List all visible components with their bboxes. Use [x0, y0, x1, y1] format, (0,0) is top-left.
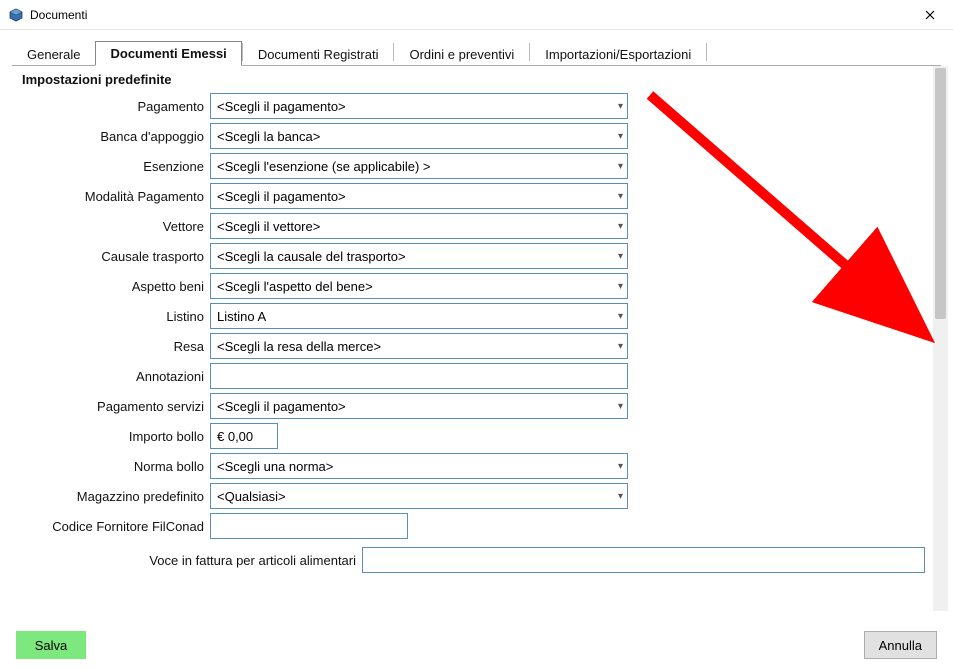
section-legend: Impostazioni predefinite: [22, 72, 931, 87]
tab-strip: Generale Documenti Emessi Documenti Regi…: [12, 38, 941, 66]
tab-documenti-registrati[interactable]: Documenti Registrati: [243, 42, 394, 66]
label-listino: Listino: [12, 309, 210, 324]
tab-generale[interactable]: Generale: [12, 42, 95, 66]
footer: Salva Annulla: [0, 621, 953, 669]
label-modalita-pagamento: Modalità Pagamento: [12, 189, 210, 204]
label-annotazioni: Annotazioni: [12, 369, 210, 384]
row-modalita-pagamento: Modalità Pagamento <Scegli il pagamento>…: [12, 183, 931, 209]
chevron-down-icon: ▾: [614, 311, 623, 322]
vertical-scrollbar[interactable]: [933, 66, 948, 611]
chevron-down-icon: ▾: [614, 461, 623, 472]
input-voce-fattura[interactable]: [362, 547, 925, 573]
combo-value: <Scegli la causale del trasporto>: [217, 249, 406, 264]
tab-ordini-preventivi[interactable]: Ordini e preventivi: [394, 42, 529, 66]
label-vettore: Vettore: [12, 219, 210, 234]
row-listino: Listino Listino A ▾: [12, 303, 931, 329]
label-resa: Resa: [12, 339, 210, 354]
combo-causale-trasporto[interactable]: <Scegli la causale del trasporto> ▾: [210, 243, 628, 269]
row-codice-fornitore: Codice Fornitore FilConad: [12, 513, 931, 539]
app-icon: [8, 7, 24, 23]
input-annotazioni[interactable]: [210, 363, 628, 389]
row-esenzione: Esenzione <Scegli l'esenzione (se applic…: [12, 153, 931, 179]
row-importo-bollo: Importo bollo: [12, 423, 931, 449]
combo-aspetto-beni[interactable]: <Scegli l'aspetto del bene> ▾: [210, 273, 628, 299]
tab-import-export[interactable]: Importazioni/Esportazioni: [530, 42, 706, 66]
combo-listino[interactable]: Listino A ▾: [210, 303, 628, 329]
close-icon: [925, 7, 935, 23]
combo-value: <Scegli la resa della merce>: [217, 339, 381, 354]
chevron-down-icon: ▾: [614, 491, 623, 502]
row-resa: Resa <Scegli la resa della merce> ▾: [12, 333, 931, 359]
combo-magazzino[interactable]: <Qualsiasi> ▾: [210, 483, 628, 509]
combo-resa[interactable]: <Scegli la resa della merce> ▾: [210, 333, 628, 359]
row-pagamento-servizi: Pagamento servizi <Scegli il pagamento> …: [12, 393, 931, 419]
label-aspetto-beni: Aspetto beni: [12, 279, 210, 294]
row-annotazioni: Annotazioni: [12, 363, 931, 389]
combo-vettore[interactable]: <Scegli il vettore> ▾: [210, 213, 628, 239]
combo-value: <Scegli il pagamento>: [217, 99, 346, 114]
combo-pagamento[interactable]: <Scegli il pagamento> ▾: [210, 93, 628, 119]
label-pagamento: Pagamento: [12, 99, 210, 114]
input-importo-bollo[interactable]: [210, 423, 278, 449]
combo-value: <Scegli il vettore>: [217, 219, 320, 234]
combo-value: <Scegli l'esenzione (se applicabile) >: [217, 159, 431, 174]
row-magazzino: Magazzino predefinito <Qualsiasi> ▾: [12, 483, 931, 509]
combo-value: <Scegli la banca>: [217, 129, 320, 144]
row-aspetto-beni: Aspetto beni <Scegli l'aspetto del bene>…: [12, 273, 931, 299]
row-causale-trasporto: Causale trasporto <Scegli la causale del…: [12, 243, 931, 269]
row-voce-fattura: Voce in fattura per articoli alimentari: [12, 547, 931, 573]
title-bar: Documenti: [0, 0, 953, 30]
combo-value: <Qualsiasi>: [217, 489, 286, 504]
cancel-button[interactable]: Annulla: [864, 631, 937, 659]
window-title: Documenti: [30, 8, 87, 22]
label-pagamento-servizi: Pagamento servizi: [12, 399, 210, 414]
label-esenzione: Esenzione: [12, 159, 210, 174]
row-norma-bollo: Norma bollo <Scegli una norma> ▾: [12, 453, 931, 479]
row-vettore: Vettore <Scegli il vettore> ▾: [12, 213, 931, 239]
input-codice-fornitore[interactable]: [210, 513, 408, 539]
combo-value: <Scegli il pagamento>: [217, 399, 346, 414]
window-close-button[interactable]: [907, 0, 953, 30]
chevron-down-icon: ▾: [614, 191, 623, 202]
chevron-down-icon: ▾: [614, 281, 623, 292]
combo-value: <Scegli il pagamento>: [217, 189, 346, 204]
combo-value: <Scegli l'aspetto del bene>: [217, 279, 373, 294]
chevron-down-icon: ▾: [614, 401, 623, 412]
tab-documenti-emessi[interactable]: Documenti Emessi: [95, 41, 241, 66]
combo-value: <Scegli una norma>: [217, 459, 333, 474]
chevron-down-icon: ▾: [614, 221, 623, 232]
tab-separator: [706, 43, 707, 61]
form: Pagamento <Scegli il pagamento> ▾ Banca …: [12, 93, 931, 573]
chevron-down-icon: ▾: [614, 251, 623, 262]
chevron-down-icon: ▾: [614, 131, 623, 142]
combo-banca[interactable]: <Scegli la banca> ▾: [210, 123, 628, 149]
chevron-down-icon: ▾: [614, 341, 623, 352]
scrollbar-thumb[interactable]: [935, 68, 946, 319]
label-voce-fattura: Voce in fattura per articoli alimentari: [12, 553, 362, 568]
combo-norma-bollo[interactable]: <Scegli una norma> ▾: [210, 453, 628, 479]
label-magazzino: Magazzino predefinito: [12, 489, 210, 504]
save-button[interactable]: Salva: [16, 631, 86, 659]
label-codice-fornitore: Codice Fornitore FilConad: [12, 519, 210, 534]
combo-modalita-pagamento[interactable]: <Scegli il pagamento> ▾: [210, 183, 628, 209]
chevron-down-icon: ▾: [614, 161, 623, 172]
label-causale-trasporto: Causale trasporto: [12, 249, 210, 264]
content-area: Impostazioni predefinite Pagamento <Sceg…: [12, 66, 931, 611]
row-pagamento: Pagamento <Scegli il pagamento> ▾: [12, 93, 931, 119]
combo-pagamento-servizi[interactable]: <Scegli il pagamento> ▾: [210, 393, 628, 419]
chevron-down-icon: ▾: [614, 101, 623, 112]
combo-value: Listino A: [217, 309, 266, 324]
label-norma-bollo: Norma bollo: [12, 459, 210, 474]
combo-esenzione[interactable]: <Scegli l'esenzione (se applicabile) > ▾: [210, 153, 628, 179]
label-banca: Banca d'appoggio: [12, 129, 210, 144]
row-banca: Banca d'appoggio <Scegli la banca> ▾: [12, 123, 931, 149]
label-importo-bollo: Importo bollo: [12, 429, 210, 444]
